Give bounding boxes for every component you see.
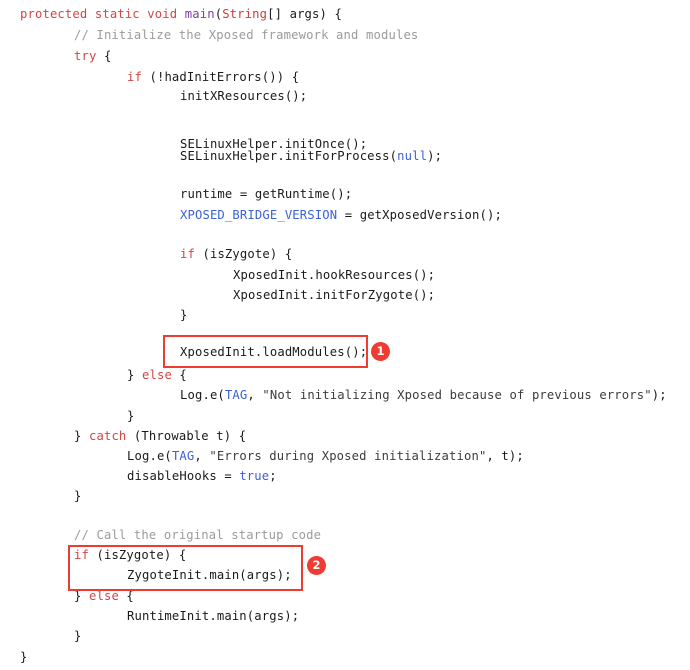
code-token-plain: (isZygote) { [88, 548, 187, 562]
code-token-plain: } [74, 489, 82, 503]
code-token-plain: Log.e( [180, 388, 225, 402]
code-snippet-viewer: protected static void main(String[] args… [0, 0, 690, 670]
code-line: // Initialize the Xposed framework and m… [74, 27, 418, 43]
code-token-plain: RuntimeInit.main(args); [127, 609, 300, 623]
code-token-keyword: else [88, 589, 119, 603]
code-token-plain: [] args) { [267, 7, 342, 21]
code-token-static-field: TAG [171, 449, 195, 463]
code-line-highlighted-2b: ZygoteInit.main(args); [127, 567, 292, 583]
code-token-plain: ); [651, 388, 667, 402]
code-token-plain: Log.e( [127, 449, 172, 463]
code-token-plain: { [96, 49, 112, 63]
code-line: } catch (Throwable t) { [74, 428, 246, 444]
annotation-badge-1: 1 [371, 342, 390, 361]
code-line: initXResources(); [180, 88, 307, 104]
code-token-method: main [184, 7, 215, 21]
code-line: } else { [74, 588, 134, 604]
code-token-plain: disableHooks = [127, 469, 240, 483]
code-token-plain: , t); [486, 449, 524, 463]
code-line: } [20, 649, 28, 665]
code-token-plain: XposedInit.loadModules(); [180, 345, 368, 359]
code-token-plain: XposedInit.initForZygote(); [233, 288, 436, 302]
code-token-static-field: TAG [224, 388, 248, 402]
code-token-keyword-literal: true [239, 469, 270, 483]
code-line-highlighted-2a: if (isZygote) { [74, 547, 186, 563]
code-token-comment: // Initialize the Xposed framework and m… [74, 28, 419, 42]
code-line: protected static void main(String[] args… [20, 6, 342, 22]
code-token-plain: initXResources(); [180, 89, 308, 103]
code-line: RuntimeInit.main(args); [127, 608, 299, 624]
code-token-keyword: try [74, 49, 97, 63]
code-token-plain: (Throwable t) { [126, 429, 247, 443]
code-token-plain: { [171, 368, 187, 382]
code-line: // Call the original startup code [74, 527, 321, 543]
code-line: Log.e(TAG, "Not initializing Xposed beca… [180, 387, 667, 403]
code-token-plain: } [20, 650, 28, 664]
code-line: SELinuxHelper.initForProcess(null); [180, 148, 442, 164]
code-token-plain: { [118, 589, 134, 603]
code-line: } [127, 408, 135, 424]
code-token-keyword-literal: null [397, 149, 428, 163]
code-token-comment: // Call the original startup code [74, 528, 322, 542]
code-token-plain: SELinuxHelper.initForProcess( [180, 149, 398, 163]
code-token-plain: } [180, 308, 188, 322]
code-line: try { [74, 48, 111, 64]
code-line: disableHooks = true; [127, 468, 277, 484]
code-token-plain: } [74, 629, 82, 643]
code-token-plain: } [74, 429, 89, 443]
code-line: XposedInit.hookResources(); [233, 267, 435, 283]
code-token-plain: ZygoteInit.main(args); [127, 568, 292, 582]
code-line-highlighted-1: XposedInit.loadModules(); [180, 344, 367, 360]
code-token-plain: , [194, 449, 210, 463]
code-line: Log.e(TAG, "Errors during Xposed initial… [127, 448, 524, 464]
code-token-plain: runtime = getRuntime(); [180, 187, 353, 201]
code-line: XposedInit.initForZygote(); [233, 287, 435, 303]
code-token-plain: } [127, 368, 142, 382]
code-line: if (!hadInitErrors()) { [127, 69, 299, 85]
code-line: runtime = getRuntime(); [180, 186, 352, 202]
code-token-keyword: protected static void [20, 7, 185, 21]
code-line: } [74, 488, 82, 504]
code-token-keyword: if [127, 70, 142, 84]
code-token-plain: , [247, 388, 263, 402]
code-token-plain: XposedInit.hookResources(); [233, 268, 436, 282]
code-token-static-field: XPOSED_BRIDGE_VERSION [180, 208, 338, 222]
code-line: } [180, 307, 188, 323]
code-line: } else { [127, 367, 187, 383]
code-token-plain: = getXposedVersion(); [337, 208, 502, 222]
code-line: } [74, 628, 82, 644]
code-token-string: "Not initializing Xposed because of prev… [262, 388, 652, 402]
code-line: XPOSED_BRIDGE_VERSION = getXposedVersion… [180, 207, 502, 223]
code-token-keyword: if [74, 548, 89, 562]
code-token-plain: (!hadInitErrors()) { [141, 70, 300, 84]
code-line: if (isZygote) { [180, 246, 292, 262]
annotation-badge-2: 2 [307, 556, 326, 575]
code-token-keyword: catch [88, 429, 127, 443]
code-token-plain: ; [269, 469, 277, 483]
code-token-plain: } [127, 409, 135, 423]
code-token-keyword: else [141, 368, 172, 382]
code-token-keyword: if [180, 247, 195, 261]
code-token-plain: ); [427, 149, 443, 163]
code-token-plain: } [74, 589, 89, 603]
code-token-plain: (isZygote) { [194, 247, 293, 261]
code-token-type: String [222, 7, 268, 21]
code-token-string: "Errors during Xposed initialization" [209, 449, 487, 463]
